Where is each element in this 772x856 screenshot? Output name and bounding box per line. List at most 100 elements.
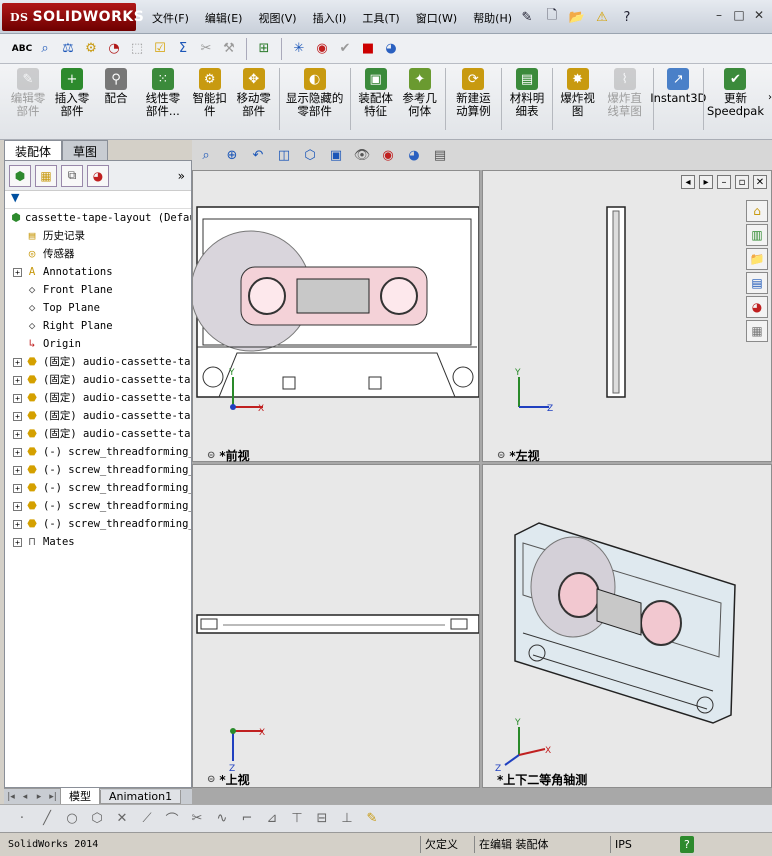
filter-icon[interactable]: ▼ (11, 191, 19, 204)
tree-node[interactable]: + ⬣ (-) screw_threadforming_s<5> (5, 515, 191, 533)
render-icon[interactable]: ◕ (381, 39, 401, 59)
tree-node[interactable]: ↳ Origin (5, 335, 191, 353)
expand-panel-icon[interactable]: » (178, 169, 185, 183)
sketch-cross-icon[interactable]: ✕ (112, 809, 132, 829)
new-document-icon[interactable]: 🗋 (541, 6, 563, 28)
sketch-point-icon[interactable]: · (12, 809, 32, 829)
expand-toggle-icon[interactable]: + (13, 538, 22, 547)
color-icon[interactable]: ■ (358, 39, 378, 59)
explode-line-button[interactable]: ⌇ 爆炸直线草图 (600, 68, 650, 118)
viewport-left[interactable]: ◂ ▸ – ▫ ✕ Z Y ⊝ *左视 (482, 170, 772, 463)
sketch-repair-icon[interactable]: ✎ (362, 809, 382, 829)
tree-node[interactable]: + ⬣ (-) screw_threadforming_s<2> (5, 461, 191, 479)
sketch-line-icon[interactable]: ╱ (37, 809, 57, 829)
close-icon[interactable]: ✕ (752, 8, 766, 22)
expand-toggle-icon[interactable]: + (13, 502, 22, 511)
tree-node[interactable]: + ⬣ (固定) audio-cassette-tape<2> (5, 371, 191, 389)
mate-button[interactable]: ⚲ 配合 (94, 68, 138, 105)
sketch-relations-icon[interactable]: ⊥ (337, 809, 357, 829)
edit-component-button[interactable]: ✎ 编辑零部件 (6, 68, 50, 118)
move-component-button[interactable]: ✥ 移动零部件 (232, 68, 276, 118)
tree-node[interactable]: ◇ Top Plane (5, 299, 191, 317)
interference-icon[interactable]: ✂ (196, 39, 216, 59)
expand-toggle-icon[interactable]: + (13, 520, 22, 529)
measure-icon[interactable]: ⚖ (58, 39, 78, 59)
tree-node[interactable]: + ⬣ (固定) audio-cassette-tape<4> (5, 407, 191, 425)
edit-appearance-icon[interactable]: ◉ (378, 145, 398, 165)
sketch-spline-icon[interactable]: ∿ (212, 809, 232, 829)
custom-properties-icon[interactable]: ▦ (746, 320, 768, 342)
first-tab-icon[interactable]: |◂ (4, 790, 18, 804)
tree-node[interactable]: + ⬣ (固定) audio-cassette-tape<5> (5, 425, 191, 443)
verify-icon[interactable]: ✔ (335, 39, 355, 59)
mass-properties-icon[interactable]: ⚙ (81, 39, 101, 59)
spell-check-icon[interactable]: ABC (12, 39, 32, 59)
tree-node[interactable]: + ⬣ (固定) audio-cassette-tape<1> (5, 353, 191, 371)
graphics-area[interactable]: ⌕ ⊕ ↶ ◫ ⬡ ▣ 👁 ◉ ◕ ▤ X Y ⊝ *前视 ◂ ▸ – ▫ ✕ … (190, 140, 772, 804)
section-view-icon[interactable]: ◫ (274, 145, 294, 165)
tree-node[interactable]: ◇ Front Plane (5, 281, 191, 299)
tree-node[interactable]: + ⊓ Mates (5, 533, 191, 551)
open-folder-icon[interactable]: 📂 (566, 6, 588, 28)
help-icon[interactable]: ? (616, 6, 638, 28)
configuration-manager-icon[interactable]: ⧉ (61, 164, 83, 187)
menu-window[interactable]: 窗口(W) (408, 8, 465, 28)
motion-study-button[interactable]: ⟳ 新建运动算例 (448, 68, 498, 118)
sketch-circle-icon[interactable]: ○ (62, 809, 82, 829)
link-icon[interactable]: ⊝ (497, 450, 505, 461)
insert-component-button[interactable]: + 插入零部件 (50, 68, 94, 118)
zoom-to-area-icon[interactable]: ⊕ (222, 145, 242, 165)
ribbon-scroll-right-icon[interactable]: › (768, 92, 772, 103)
tree-node[interactable]: + ⬣ (-) screw_threadforming_s<3> (5, 479, 191, 497)
previous-view-icon[interactable]: ↶ (248, 145, 268, 165)
bom-button[interactable]: ▤ 材料明细表 (505, 68, 549, 118)
menu-insert[interactable]: 插入(I) (305, 8, 355, 28)
appearances-icon[interactable]: ◕ (746, 296, 768, 318)
tree-filter[interactable]: ▼ (5, 191, 191, 209)
check-icon[interactable]: ☑ (150, 39, 170, 59)
minimize-icon[interactable]: – (712, 8, 726, 22)
maximize-icon[interactable]: □ (732, 8, 746, 22)
sketch-offset-icon[interactable]: ⌐ (237, 809, 257, 829)
smart-fasteners-button[interactable]: ⚙ 智能扣件 (188, 68, 232, 118)
tree-node[interactable]: ⬢ cassette-tape-layout (Default<Display S… (5, 209, 191, 227)
tree-node[interactable]: + ⬣ (固定) audio-cassette-tape<3> (5, 389, 191, 407)
viewport-prev-icon[interactable]: ◂ (681, 175, 695, 189)
expand-toggle-icon[interactable]: + (13, 466, 22, 475)
tab-sketch[interactable]: 草图 (62, 140, 109, 160)
solidworks-resources-icon[interactable]: ⌂ (746, 200, 768, 222)
next-tab-icon[interactable]: ▸ (32, 790, 46, 804)
link-icon[interactable]: ⊝ (207, 450, 215, 461)
expand-toggle-icon[interactable]: + (13, 448, 22, 457)
sketch-smart-dimension-icon[interactable]: ⟋ (137, 809, 157, 829)
expand-toggle-icon[interactable]: + (13, 394, 22, 403)
expand-toggle-icon[interactable]: + (13, 484, 22, 493)
tree-node[interactable]: ◎ 传感器 (5, 245, 191, 263)
prev-tab-icon[interactable]: ◂ (18, 790, 32, 804)
tree-node[interactable]: ◇ Right Plane (5, 317, 191, 335)
assembly-features-button[interactable]: ▣ 装配体特征 (354, 68, 398, 118)
sketch-mirror-icon[interactable]: ⊿ (262, 809, 282, 829)
performance-icon[interactable]: ◔ (104, 39, 124, 59)
viewport-restore-icon[interactable]: ▫ (735, 175, 749, 189)
hide-show-items-icon[interactable]: 👁 (352, 145, 372, 165)
sketch-polygon-icon[interactable]: ⬡ (87, 809, 107, 829)
solidworks-logo[interactable]: DS SOLIDWORKS (2, 3, 144, 31)
speedpak-button[interactable]: ✔ 更新Speedpak (707, 68, 764, 118)
equations-icon[interactable]: Σ (173, 39, 193, 59)
appearance-icon[interactable]: ◉ (312, 39, 332, 59)
linear-pattern-button[interactable]: ⁙ 线性零部件... (138, 68, 188, 118)
menu-file[interactable]: 文件(F) (144, 8, 197, 28)
reference-geometry-button[interactable]: ✦ 参考几何体 (398, 68, 442, 118)
feature-manager-icon[interactable]: ⬢ (9, 164, 31, 187)
large-assembly-icon[interactable]: ⊞ (254, 39, 274, 59)
design-library-icon[interactable]: ▥ (746, 224, 768, 246)
viewport-minimize-icon[interactable]: – (717, 175, 731, 189)
sketch-text-icon[interactable]: ⊤ (287, 809, 307, 829)
zoom-to-fit-icon[interactable]: ⌕ (196, 145, 216, 165)
property-manager-icon[interactable]: ▦ (35, 164, 57, 187)
sketch-fillet-icon[interactable]: ⌒ (162, 809, 182, 829)
apply-scene-icon[interactable]: ◕ (404, 145, 424, 165)
expand-toggle-icon[interactable]: + (13, 376, 22, 385)
sketch-pattern-icon[interactable]: ⊟ (312, 809, 332, 829)
